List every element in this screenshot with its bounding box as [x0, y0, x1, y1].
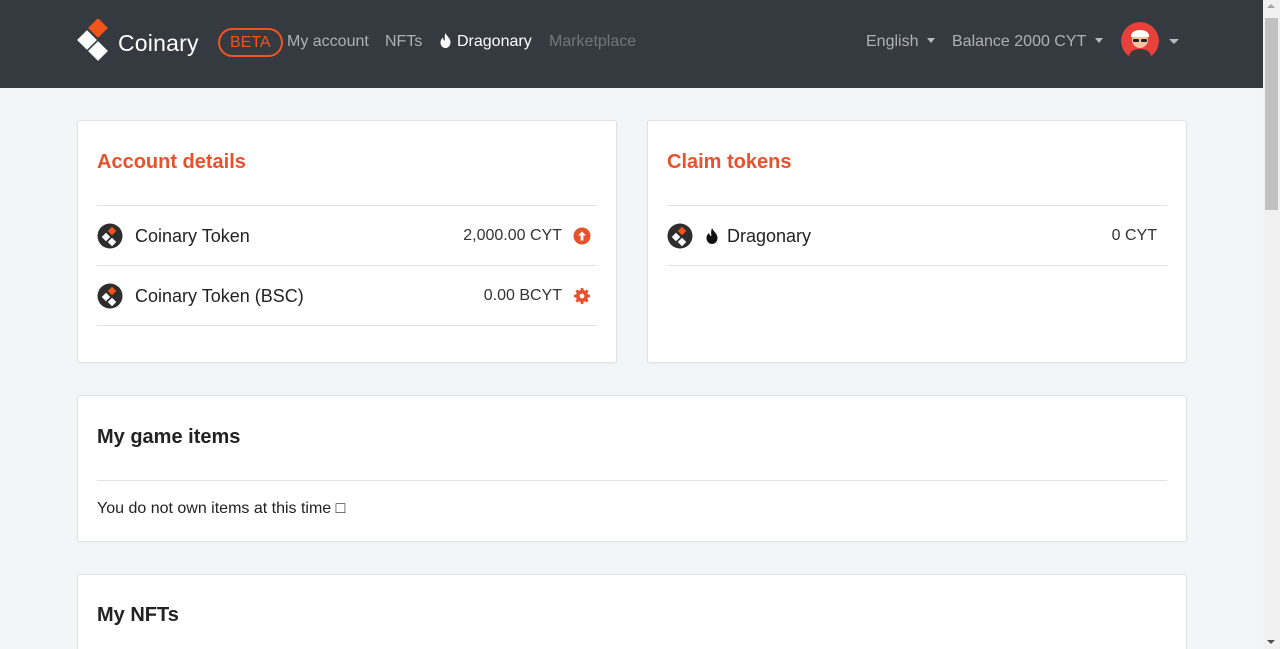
game-items-title: My game items: [97, 426, 241, 448]
coinary-token-icon: [97, 283, 123, 309]
claim-tokens-title: Claim tokens: [667, 151, 792, 173]
game-items-card: My game items You do not own items at th…: [77, 395, 1187, 542]
token-balance: 0.00 BCYT: [483, 287, 562, 304]
language-label: English: [866, 33, 919, 50]
scrollbar-thumb[interactable]: [1265, 18, 1278, 210]
claim-game-name: Dragonary: [727, 225, 812, 246]
account-details-title: Account details: [97, 151, 246, 173]
arrow-up-circle-icon[interactable]: [573, 227, 591, 245]
nav-nfts[interactable]: NFTs: [385, 33, 422, 51]
nav-marketplace[interactable]: Marketplace: [549, 33, 636, 51]
coinary-token-icon: [97, 223, 123, 249]
nav-dragonary[interactable]: Dragonary: [440, 33, 532, 51]
nfts-title: My NFTs: [97, 604, 179, 626]
page-scrollbar[interactable]: [1263, 0, 1280, 649]
token-name: Coinary Token: [135, 225, 250, 246]
balance-label: Balance 2000 CYT: [952, 33, 1087, 50]
divider: [97, 480, 1167, 481]
empty-items-message: You do not own items at this time □: [97, 500, 346, 517]
divider: [667, 265, 1167, 266]
divider: [97, 325, 597, 326]
scroll-down-arrow-icon[interactable]: [1267, 640, 1275, 644]
balance-dropdown[interactable]: Balance 2000 CYT: [952, 33, 1104, 51]
user-avatar[interactable]: [1121, 22, 1159, 60]
gear-icon[interactable]: [573, 287, 591, 305]
account-details-card: Account details Coinary Token 2,000.00 C…: [77, 120, 617, 363]
beta-badge: BETA: [218, 28, 283, 57]
token-balance: 2,000.00 CYT: [463, 227, 562, 244]
chevron-down-icon: [927, 38, 936, 43]
coinary-token-icon: [667, 223, 693, 249]
fire-icon: [706, 228, 718, 244]
brand-link[interactable]: Coinary: [77, 19, 199, 67]
coinary-logo-icon: [77, 19, 108, 61]
language-dropdown[interactable]: English: [866, 33, 936, 51]
claim-amount: 0 CYT: [1111, 227, 1157, 244]
avatar-icon: [1121, 22, 1159, 60]
token-row-bcyt: Coinary Token (BSC) 0.00 BCYT: [97, 266, 597, 326]
brand-name: Coinary: [118, 29, 199, 56]
claim-tokens-card: Claim tokens Dragonary 0 CYT: [647, 120, 1187, 363]
token-row-cyt: Coinary Token 2,000.00 CYT: [97, 206, 597, 266]
token-name: Coinary Token (BSC): [135, 285, 304, 306]
fire-icon: [440, 33, 451, 48]
avatar-chevron-down-icon[interactable]: [1169, 39, 1179, 44]
nav-dragonary-label: Dragonary: [457, 33, 532, 50]
top-navbar: Coinary BETA My account NFTs Dragonary M…: [0, 0, 1263, 88]
chevron-down-icon: [1095, 38, 1104, 43]
nav-my-account[interactable]: My account: [287, 33, 369, 51]
scroll-up-arrow-icon[interactable]: [1267, 4, 1275, 8]
claim-row-dragonary: Dragonary 0 CYT: [667, 206, 1167, 266]
nfts-card: My NFTs: [77, 574, 1187, 649]
